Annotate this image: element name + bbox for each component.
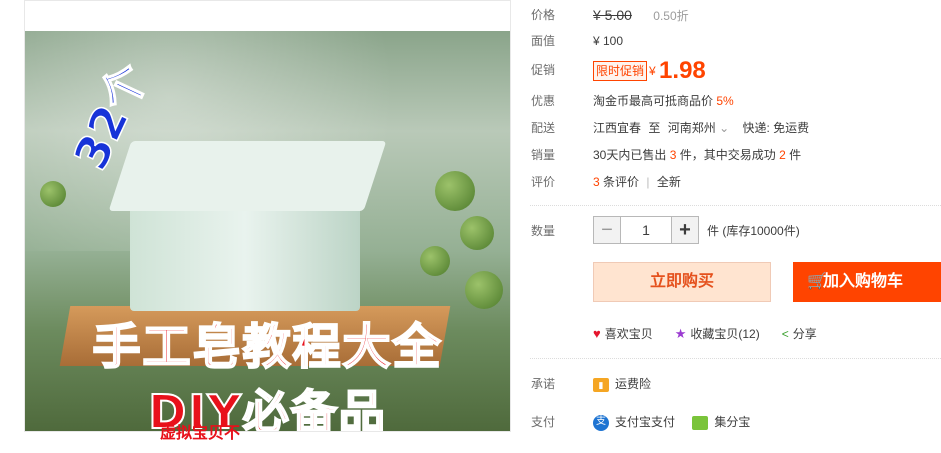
promo-currency: ¥	[649, 63, 656, 78]
add-to-cart-label: 加入购物车	[823, 273, 904, 290]
add-to-cart-button[interactable]: 🛒 加入购物车	[793, 262, 941, 302]
stock-info: 件 (库存10000件)	[707, 223, 800, 238]
alipay-text: 支付宝支付	[615, 415, 676, 429]
like-item-button[interactable]: ♥ 喜欢宝贝	[593, 325, 653, 342]
sales-pre: 30天内已售出	[593, 148, 667, 162]
benefit-text: 淘金币最高可抵商品价	[593, 94, 714, 108]
promo-label: 促销	[531, 63, 556, 77]
promise-label: 承诺	[531, 377, 556, 391]
star-icon: ★	[674, 325, 687, 341]
item-actions: ♥ 喜欢宝贝 ★ 收藏宝贝(12) < 分享	[593, 325, 817, 342]
review-link[interactable]: 3 条评价	[593, 175, 642, 189]
truck-icon: ▮	[593, 377, 609, 392]
review-separator: |	[646, 175, 650, 189]
favorite-item-label: 收藏宝贝(12)	[690, 327, 760, 341]
sales-success-count: 2	[779, 148, 786, 162]
delivery-to: 河南郑州	[667, 121, 716, 135]
price-label: 价格	[531, 8, 556, 22]
cart-icon: 🛒	[807, 273, 827, 290]
like-item-label: 喜欢宝贝	[604, 327, 653, 341]
plant-leaf	[460, 216, 494, 250]
review-count: 3	[593, 175, 600, 189]
review-label: 评价	[531, 175, 556, 189]
promo-price: 1.98	[659, 56, 706, 84]
divider	[530, 358, 941, 359]
discount-rate: 0.50折	[653, 9, 689, 23]
promo-row: 促销 限时促销 ¥ 1.98	[530, 56, 941, 84]
delivery-from: 江西宜春	[593, 121, 642, 135]
benefit-row: 优惠 淘金币最高可抵商品价 5%	[530, 90, 941, 112]
plant-leaf	[40, 181, 66, 207]
promise-row: 承诺 ▮ 运费险	[530, 373, 941, 395]
favorite-item-button[interactable]: ★ 收藏宝贝(12)	[675, 325, 760, 342]
share-button[interactable]: < 分享	[782, 325, 817, 342]
virtual-item-notice: 虚拟宝贝不	[160, 425, 241, 442]
delivery-destination-select[interactable]: 河南郑州 ⌄	[668, 121, 733, 135]
divider	[530, 205, 941, 206]
jifenbao-icon	[692, 415, 709, 430]
face-value-label: 面值	[531, 34, 556, 48]
alipay-icon: 支	[593, 414, 609, 431]
promo-tag: 限时促销	[593, 60, 648, 81]
share-icon: <	[781, 326, 789, 341]
sales-sold-count: 3	[669, 148, 677, 162]
price-row: 价格 ¥ 5.00 0.50折	[530, 4, 941, 26]
soap-top	[108, 141, 387, 211]
sales-row: 销量 30天内已售出 3 件，其中交易成功 2 件	[530, 144, 941, 166]
image-title-line1: 手工皂教程大全	[91, 318, 443, 376]
share-label: 分享	[792, 327, 817, 341]
face-value: ¥ 100	[593, 34, 624, 48]
product-gallery[interactable]: 32个 手工皂教程大全 DIY必备品	[24, 0, 511, 432]
quantity-label: 数量	[531, 224, 556, 238]
original-price: ¥ 5.00	[593, 7, 632, 23]
image-title-line2: DIY必备品	[147, 384, 387, 432]
plant-leaf	[435, 171, 475, 211]
review-count-text: 条评价	[603, 175, 640, 189]
quantity-input[interactable]: 1	[621, 216, 671, 244]
heart-icon: ♥	[593, 326, 601, 341]
promise-text[interactable]: 运费险	[615, 377, 651, 391]
sales-mid: 件，其中交易成功	[679, 148, 776, 162]
sales-post: 件	[789, 148, 802, 162]
quantity-stepper: − 1 + 件 (库存10000件)	[593, 216, 800, 244]
benefit-percent: 5%	[716, 94, 734, 108]
face-value-row: 面值 ¥ 100	[530, 30, 941, 52]
review-row: 评价 3 条评价 | 全新	[530, 171, 941, 193]
delivery-row: 配送 江西宜春 至 河南郑州 ⌄ 快递: 免运费	[530, 117, 941, 139]
buy-now-button[interactable]: 立即购买	[593, 262, 771, 302]
delivery-label: 配送	[531, 121, 556, 135]
quantity-plus-button[interactable]: +	[671, 216, 699, 244]
benefit-label: 优惠	[531, 94, 556, 108]
sales-label: 销量	[531, 148, 556, 162]
jifenbao-text: 集分宝	[714, 415, 751, 429]
delivery-express: 快递: 免运费	[742, 121, 810, 135]
chevron-down-icon: ⌄	[719, 121, 730, 135]
condition-status: 全新	[656, 175, 681, 189]
delivery-to-word: 至	[648, 121, 661, 135]
plant-leaf	[465, 271, 503, 309]
plant-leaf	[420, 246, 450, 276]
quantity-minus-button[interactable]: −	[593, 216, 621, 244]
payment-label: 支付	[531, 415, 556, 429]
payment-row: 支付 支支付宝支付 集分宝	[530, 411, 941, 433]
